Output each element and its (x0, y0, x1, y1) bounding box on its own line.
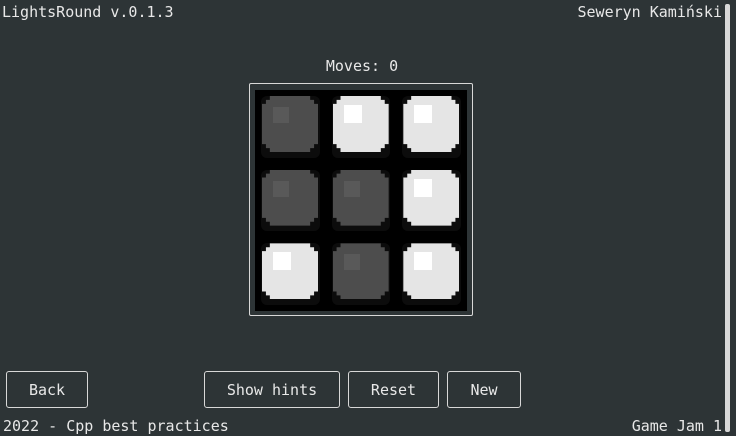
author-name: Seweryn Kamiński (577, 3, 723, 21)
board-cell[interactable] (326, 237, 397, 311)
light-off-tile[interactable] (262, 96, 318, 152)
light-on-tile[interactable] (262, 243, 318, 300)
moves-counter: Moves: 0 (325, 57, 399, 75)
light-on-tile[interactable] (403, 96, 460, 152)
board-cell[interactable] (326, 90, 397, 164)
board-cell[interactable] (255, 90, 326, 164)
back-button[interactable]: Back (6, 371, 88, 408)
game-board-frame (249, 83, 473, 316)
light-off-tile[interactable] (332, 243, 389, 300)
board-cell[interactable] (396, 164, 467, 238)
light-off-tile[interactable] (262, 169, 318, 226)
board-cell[interactable] (396, 237, 467, 311)
app-title: LightsRound v.0.1.3 (2, 3, 174, 21)
board-cell[interactable] (255, 237, 326, 311)
light-off-tile[interactable] (332, 169, 389, 226)
scrollbar[interactable] (725, 4, 730, 432)
footer-event: Game Jam 1 (631, 417, 722, 435)
board-cell[interactable] (326, 164, 397, 238)
light-on-tile[interactable] (403, 169, 460, 226)
board-cell[interactable] (396, 90, 467, 164)
footer-credit: 2022 - Cpp best practices (3, 417, 229, 435)
board-cell[interactable] (255, 164, 326, 238)
light-on-tile[interactable] (332, 96, 389, 152)
reset-button[interactable]: Reset (348, 371, 439, 408)
new-game-button[interactable]: New (447, 371, 521, 408)
game-board (255, 90, 467, 311)
light-on-tile[interactable] (403, 243, 460, 300)
show-hints-button[interactable]: Show hints (204, 371, 340, 408)
